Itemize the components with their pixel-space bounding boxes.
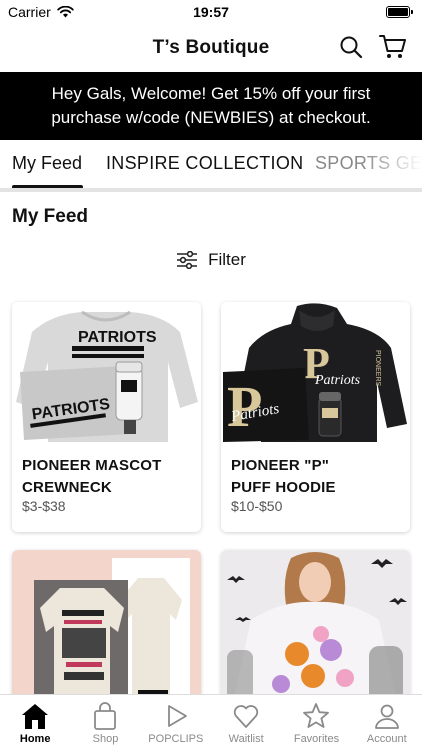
collection-tabs: My Feed INSPIRE COLLECTION SPORTS GE bbox=[0, 140, 422, 192]
product-card[interactable]: P Patriots PIONEERS P Patriots PIONEER "… bbox=[221, 302, 410, 532]
product-image: P Patriots PIONEERS P Patriots bbox=[221, 302, 410, 442]
person-icon bbox=[374, 704, 399, 729]
product-image bbox=[12, 550, 201, 710]
tabbar-label: Account bbox=[366, 733, 407, 745]
cart-button[interactable] bbox=[378, 32, 408, 62]
tabbar-item-home[interactable]: Home bbox=[0, 695, 70, 750]
product-name-line-2: PUFF HOODIE bbox=[231, 479, 336, 496]
filter-label: Filter bbox=[208, 250, 246, 269]
tabbar-label: Waitlist bbox=[228, 733, 264, 745]
tabbar-item-favorites[interactable]: Favorites bbox=[281, 695, 351, 750]
status-left: Carrier bbox=[8, 4, 74, 20]
app-screen: Carrier 19:57 T’s Boutique Hey Gals, Wel… bbox=[0, 0, 422, 750]
tabbar-label: POPCLIPS bbox=[148, 733, 204, 745]
promo-banner[interactable]: Hey Gals, Welcome! Get 15% off your firs… bbox=[0, 72, 422, 140]
tabbar-item-account[interactable]: Account bbox=[352, 695, 422, 750]
tabbar-item-waitlist[interactable]: Waitlist bbox=[211, 695, 281, 750]
star-icon bbox=[303, 703, 330, 728]
battery-icon bbox=[386, 6, 413, 18]
bottom-tab-bar: Home Shop POPCLIPS Waitlist Favorites Ac… bbox=[0, 694, 422, 750]
tabbar-item-shop[interactable]: Shop bbox=[70, 695, 140, 750]
tabbar-item-popclips[interactable]: POPCLIPS bbox=[141, 695, 211, 750]
play-icon bbox=[167, 705, 187, 727]
product-name-line-1: PIONEER "P" bbox=[231, 457, 330, 474]
promo-line-1: Hey Gals, Welcome! Get 15% off your firs… bbox=[51, 84, 371, 103]
cart-icon bbox=[379, 35, 406, 58]
hoodie-sleeve-print: PIONEERS bbox=[374, 350, 381, 387]
heart-icon bbox=[234, 705, 259, 728]
page-title: T’s Boutique bbox=[152, 37, 270, 58]
search-button[interactable] bbox=[336, 32, 366, 62]
tabbar-label: Home bbox=[19, 733, 51, 745]
product-card[interactable] bbox=[221, 550, 410, 710]
sliders-icon bbox=[177, 251, 198, 269]
product-name: PIONEER "P" PUFF HOODIE bbox=[231, 455, 336, 499]
promo-line-2: purchase w/code (NEWBIES) at checkout. bbox=[51, 108, 371, 127]
product-name-line-1: PIONEER MASCOT bbox=[22, 457, 162, 474]
home-icon bbox=[22, 704, 49, 729]
product-card[interactable]: PATRIOTS PATRIOTS PIONEER MASCOT CREWNEC… bbox=[12, 302, 201, 532]
header-actions bbox=[336, 32, 408, 62]
status-bar: Carrier 19:57 bbox=[0, 0, 422, 24]
wifi-icon bbox=[57, 6, 74, 18]
active-tab-indicator bbox=[12, 185, 83, 188]
product-name-line-2: CREWNECK bbox=[22, 479, 112, 496]
shopping-bag-icon bbox=[94, 702, 117, 730]
product-card[interactable] bbox=[12, 550, 201, 710]
tab-sports[interactable]: SPORTS GE bbox=[315, 153, 422, 174]
carrier-label: Carrier bbox=[8, 4, 51, 20]
product-price: $10-$50 bbox=[231, 498, 283, 514]
tab-my-feed[interactable]: My Feed bbox=[12, 153, 82, 174]
filter-button[interactable]: Filter bbox=[0, 246, 422, 274]
hoodie-script-print: Patriots bbox=[314, 373, 361, 388]
product-image: PATRIOTS PATRIOTS bbox=[12, 302, 201, 442]
section-title: My Feed bbox=[12, 206, 89, 227]
product-name: PIONEER MASCOT CREWNECK bbox=[22, 455, 161, 499]
tabbar-label: Favorites bbox=[293, 733, 340, 745]
tab-inspire-collection[interactable]: INSPIRE COLLECTION bbox=[106, 153, 303, 174]
app-header: T’s Boutique bbox=[0, 24, 422, 72]
tabbar-label: Shop bbox=[92, 733, 119, 745]
product-image bbox=[221, 550, 410, 710]
sweatshirt-print-top: PATRIOTS bbox=[78, 329, 157, 346]
product-price: $3-$38 bbox=[22, 498, 66, 514]
search-icon bbox=[340, 36, 363, 59]
